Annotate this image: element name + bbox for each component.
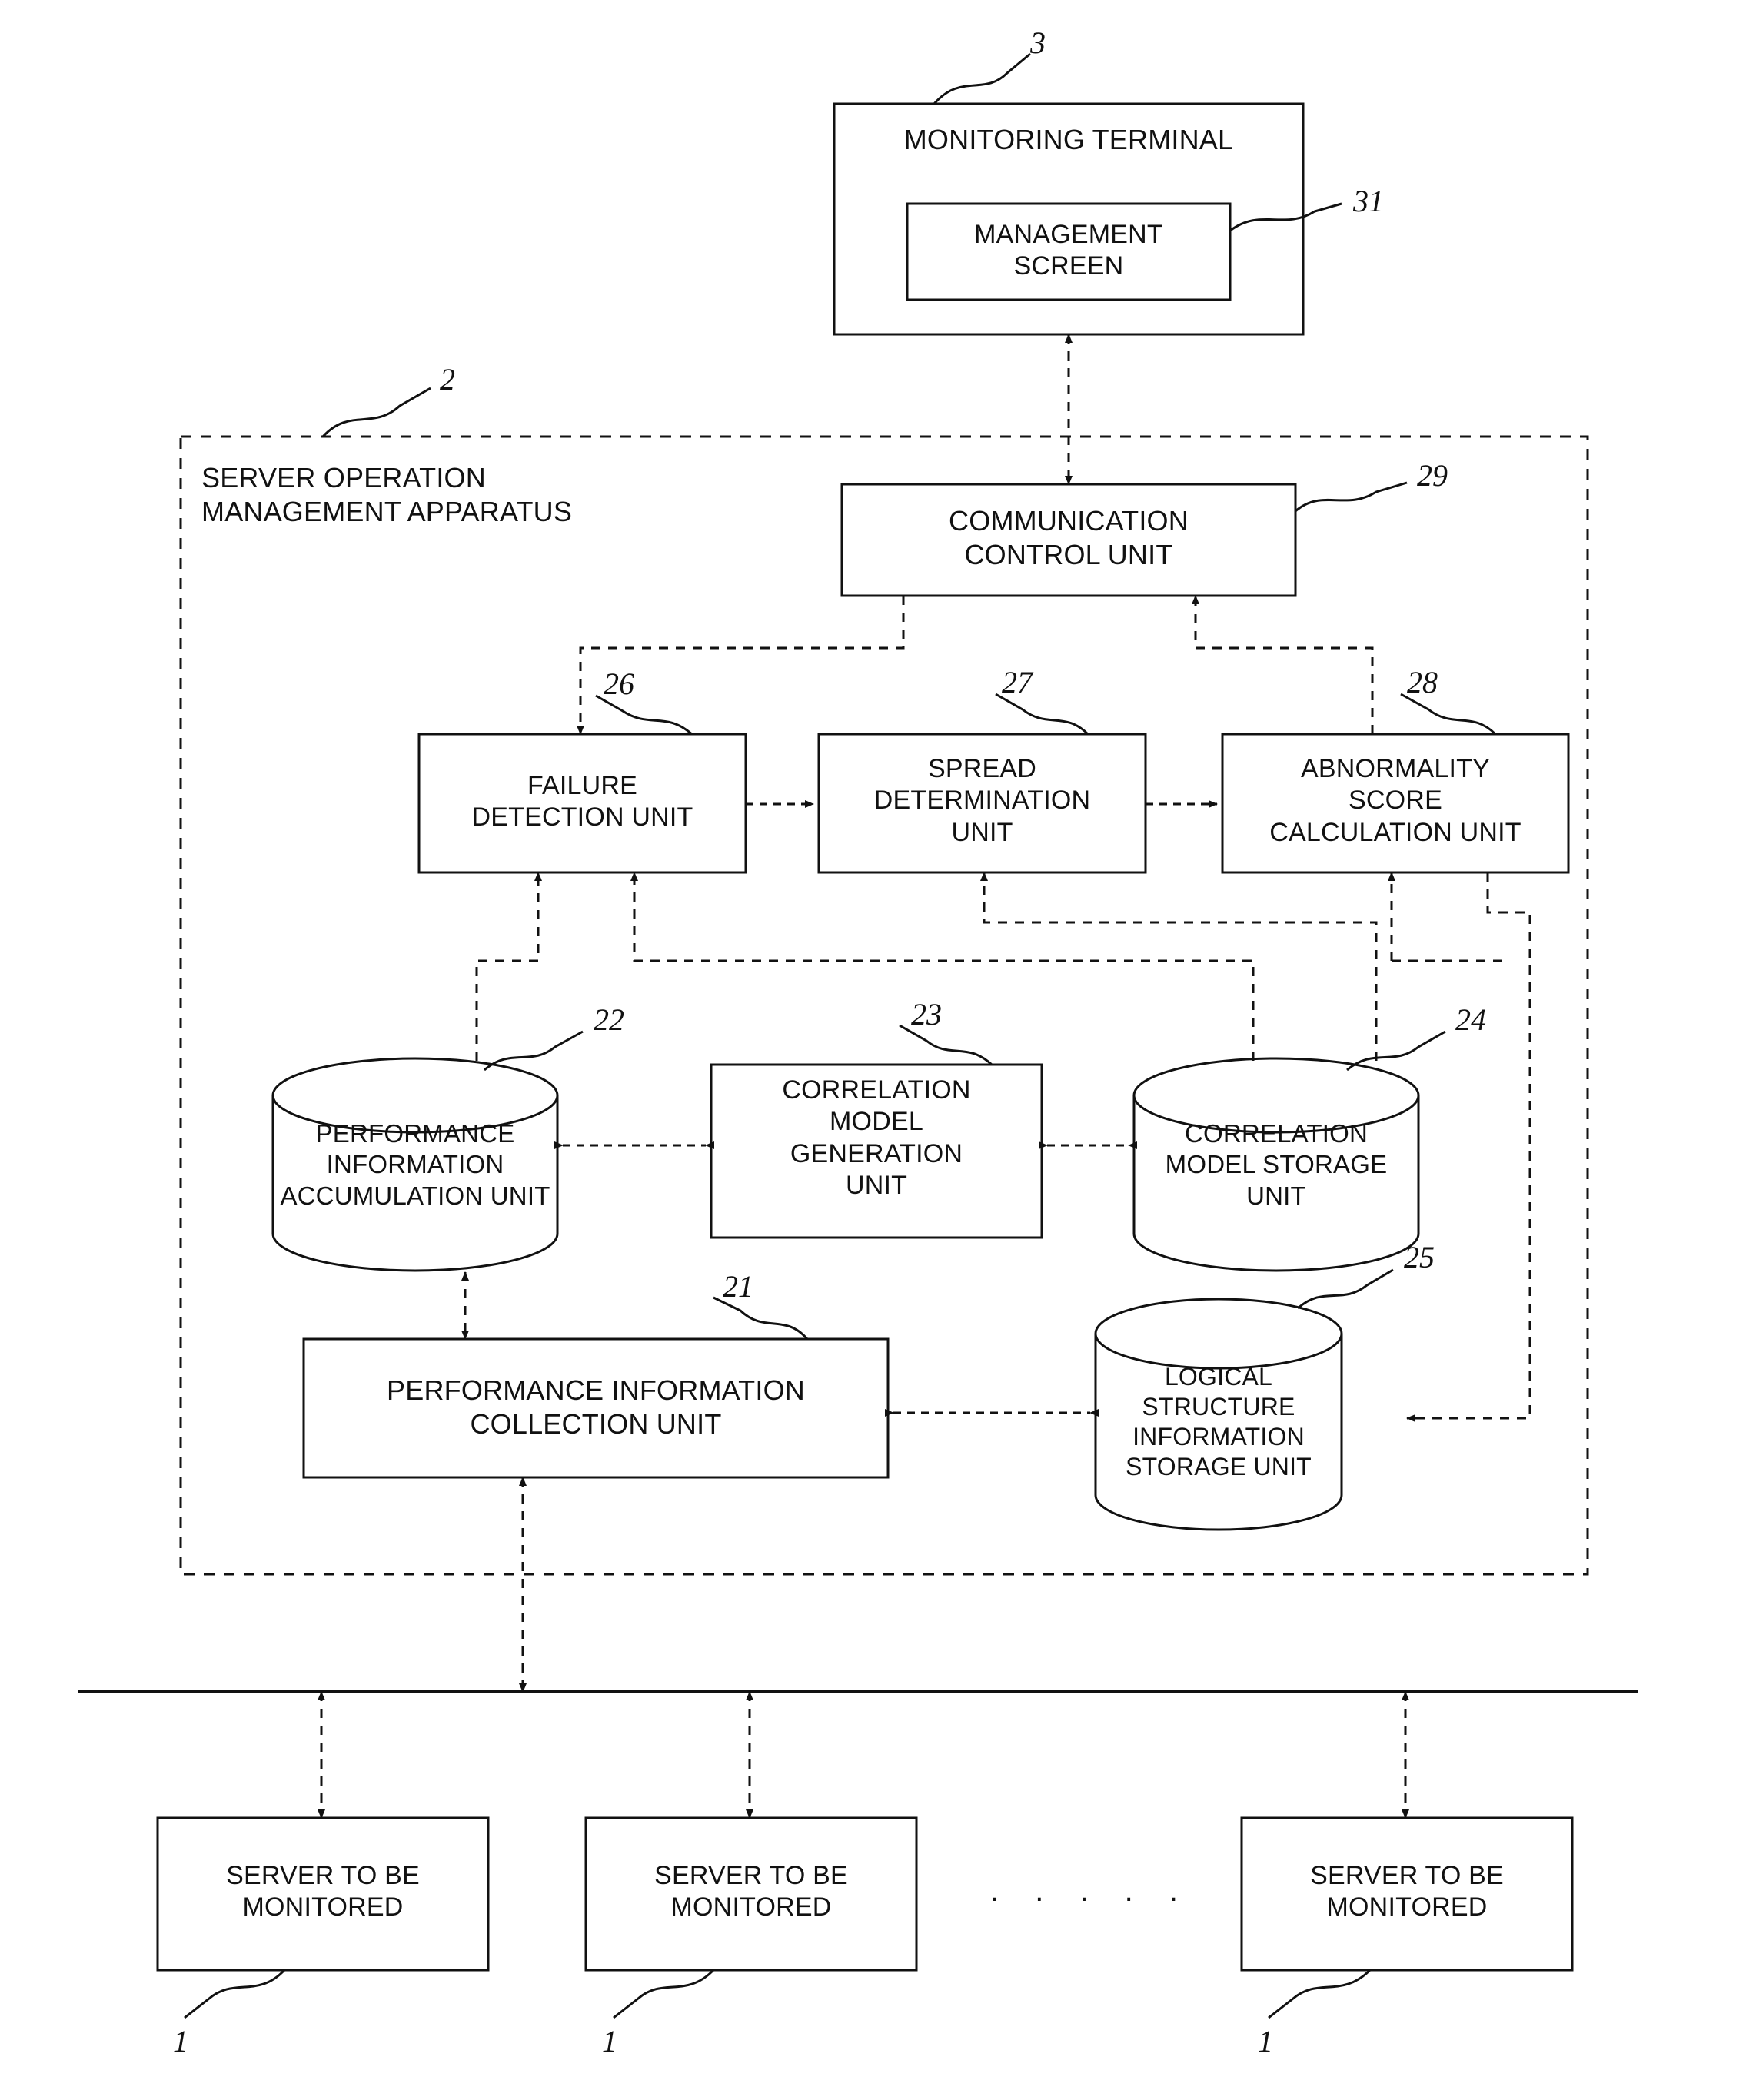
ref-number-31: 31 bbox=[1353, 184, 1384, 218]
server-to-be-monitored-label-3: SERVER TO BE MONITORED bbox=[1310, 1861, 1504, 1922]
patent-figure: MONITORING TERMINAL 3 MANAGEMENT SCREEN … bbox=[0, 0, 1746, 2100]
monitoring-terminal-label: MONITORING TERMINAL bbox=[903, 124, 1234, 155]
server-to-be-monitored-label-1: SERVER TO BE MONITORED bbox=[226, 1861, 420, 1922]
spread-determination-unit-label: SPREAD DETERMINATION UNIT bbox=[873, 754, 1091, 847]
performance-information-collection-unit-label: PERFORMANCE INFORMATION COLLECTION UNIT bbox=[387, 1374, 805, 1440]
performance-information-accumulation-unit-label: PERFORMANCE INFORMATION ACCUMULATION UNI… bbox=[280, 1119, 550, 1210]
ref-number-2: 2 bbox=[440, 362, 455, 397]
apparatus-label: SERVER OPERATION MANAGEMENT APPARATUS bbox=[201, 462, 573, 527]
ref-number-23: 23 bbox=[911, 997, 942, 1032]
ref-number-1-b: 1 bbox=[602, 2024, 617, 2058]
abnormality-score-calculation-unit-label: ABNORMALITY SCORE CALCULATION UNIT bbox=[1269, 754, 1522, 847]
ref-number-26: 26 bbox=[604, 666, 634, 701]
logical-structure-information-storage-unit-label: LOGICAL STRUCTURE INFORMATION STORAGE UN… bbox=[1126, 1363, 1312, 1481]
correlation-model-generation-unit-label: CORRELATION MODEL GENERATION UNIT bbox=[782, 1075, 971, 1201]
diagram-lines bbox=[78, 52, 1638, 2019]
correlation-model-storage-unit-label: CORRELATION MODEL STORAGE UNIT bbox=[1165, 1119, 1388, 1210]
ref-number-3: 3 bbox=[1030, 25, 1046, 60]
ref-number-22: 22 bbox=[594, 1002, 624, 1037]
communication-control-unit-label: COMMUNICATION CONTROL UNIT bbox=[949, 505, 1189, 570]
ref-number-27: 27 bbox=[1002, 665, 1033, 699]
server-to-be-monitored-label-2: SERVER TO BE MONITORED bbox=[654, 1861, 848, 1922]
ref-number-25: 25 bbox=[1404, 1240, 1435, 1274]
ref-number-1-c: 1 bbox=[1258, 2024, 1273, 2058]
management-screen-label: MANAGEMENT SCREEN bbox=[974, 220, 1163, 281]
servers-ellipsis: . . . . . bbox=[990, 1874, 1192, 1908]
ref-number-24: 24 bbox=[1455, 1002, 1486, 1037]
ref-number-29: 29 bbox=[1417, 458, 1448, 493]
ref-number-1-a: 1 bbox=[173, 2024, 188, 2058]
failure-detection-unit-label: FAILURE DETECTION UNIT bbox=[471, 771, 693, 832]
ref-number-21: 21 bbox=[723, 1269, 753, 1304]
ref-number-28: 28 bbox=[1407, 665, 1438, 699]
